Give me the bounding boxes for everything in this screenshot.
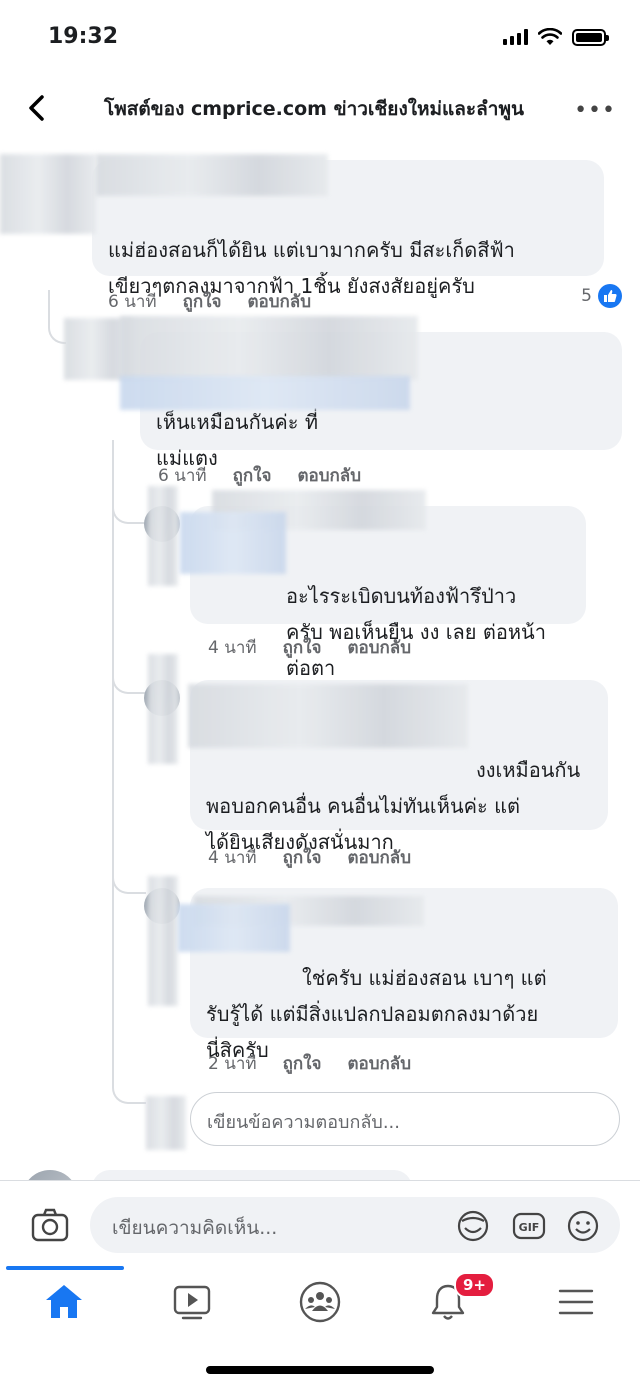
comment-thread: แม่ฮ่องสอนก็ได้ยิน แต่เบามากครับ มีสะเก็… — [0, 140, 640, 1180]
like-button[interactable]: ถูกใจ — [283, 844, 322, 871]
reply-button[interactable]: ตอบกลับ — [347, 844, 411, 871]
watch-icon[interactable] — [168, 1278, 216, 1326]
redacted-name — [96, 154, 328, 196]
reaction-number: 5 — [581, 286, 592, 306]
comment-meta: 4 นาที ถูกใจ ตอบกลับ — [208, 844, 411, 871]
comment-time: 4 นาที — [208, 848, 257, 868]
reaction-count[interactable]: 5 — [581, 284, 622, 308]
like-button[interactable]: ถูกใจ — [183, 288, 222, 315]
comment-composer: เขียนความคิดเห็น... GIF — [0, 1180, 640, 1266]
redacted-name — [120, 316, 418, 380]
groups-icon[interactable] — [296, 1278, 344, 1326]
home-indicator — [206, 1366, 434, 1374]
thread-connector — [112, 490, 146, 524]
comment-meta: 2 นาที ถูกใจ ตอบกลับ — [208, 1050, 411, 1077]
comment-meta: 6 นาที ถูกใจ ตอบกลับ — [158, 462, 361, 489]
comment-meta: 4 นาที ถูกใจ ตอบกลับ — [208, 634, 411, 661]
redacted-avatar — [146, 1096, 186, 1150]
comment-text: อะไรระเบิดบนท้องฟ้ารึป่าว ครับ พอเห็นยืน… — [286, 584, 546, 680]
like-icon — [598, 284, 622, 308]
like-button[interactable]: ถูกใจ — [283, 1050, 322, 1077]
home-icon[interactable] — [40, 1278, 88, 1326]
like-button[interactable]: ถูกใจ — [233, 462, 272, 489]
thread-connector — [112, 1060, 146, 1104]
status-time: 19:32 — [48, 24, 119, 49]
back-arrow-icon[interactable] — [24, 92, 52, 124]
redacted-name — [0, 154, 96, 234]
gif-icon[interactable]: GIF — [512, 1209, 546, 1243]
page-title: โพสต์ของ cmprice.com ข่าวเชียงใหม่และลำพ… — [104, 98, 524, 120]
post-header: โพสต์ของ cmprice.com ข่าวเชียงใหม่และลำพ… — [0, 80, 640, 140]
redacted-tag — [178, 904, 290, 952]
status-bar: 19:32 — [0, 0, 640, 80]
reply-button[interactable]: ตอบกลับ — [347, 1050, 411, 1077]
emoji-icon[interactable] — [566, 1209, 600, 1243]
wifi-icon — [538, 28, 562, 45]
thread-line — [112, 440, 114, 1070]
comment-meta: 6 นาที ถูกใจ ตอบกลับ — [108, 288, 311, 315]
like-button[interactable]: ถูกใจ — [283, 634, 322, 661]
reply-input[interactable]: เขียนข้อความตอบกลับ... — [190, 1092, 620, 1146]
battery-icon — [572, 28, 609, 46]
avatar-sticker-icon[interactable] — [456, 1209, 490, 1243]
comment-time: 6 นาที — [158, 466, 207, 486]
redacted-avatar — [148, 486, 178, 586]
active-tab-indicator — [6, 1266, 124, 1270]
svg-text:GIF: GIF — [519, 1221, 540, 1234]
thread-connector — [112, 670, 146, 694]
reply-button[interactable]: ตอบกลับ — [347, 634, 411, 661]
avatar[interactable] — [22, 1170, 78, 1180]
more-options-icon[interactable]: ••• — [574, 98, 616, 123]
thread-connector — [112, 870, 146, 894]
redacted-avatar — [148, 876, 178, 1006]
signal-icon — [503, 29, 528, 45]
menu-icon[interactable] — [552, 1278, 600, 1326]
redacted-tag — [120, 376, 410, 410]
redacted-name — [188, 684, 468, 748]
reply-button[interactable]: ตอบกลับ — [247, 288, 311, 315]
comment-time: 2 นาที — [208, 1054, 257, 1074]
notification-badge: 9+ — [454, 1272, 496, 1298]
bottom-tab-bar: 9+ — [0, 1266, 640, 1386]
redacted-tag — [180, 512, 286, 574]
reply-button[interactable]: ตอบกลับ — [297, 462, 361, 489]
comment-input[interactable]: เขียนความคิดเห็น... GIF — [90, 1197, 620, 1253]
comment-placeholder: เขียนความคิดเห็น... — [112, 1217, 278, 1239]
comment-time: 6 นาที — [108, 292, 157, 312]
comment-bubble — [92, 1170, 412, 1180]
comment-time: 4 นาที — [208, 638, 257, 658]
redacted-avatar — [148, 654, 178, 764]
camera-icon[interactable] — [30, 1205, 70, 1245]
status-icons — [503, 28, 609, 46]
